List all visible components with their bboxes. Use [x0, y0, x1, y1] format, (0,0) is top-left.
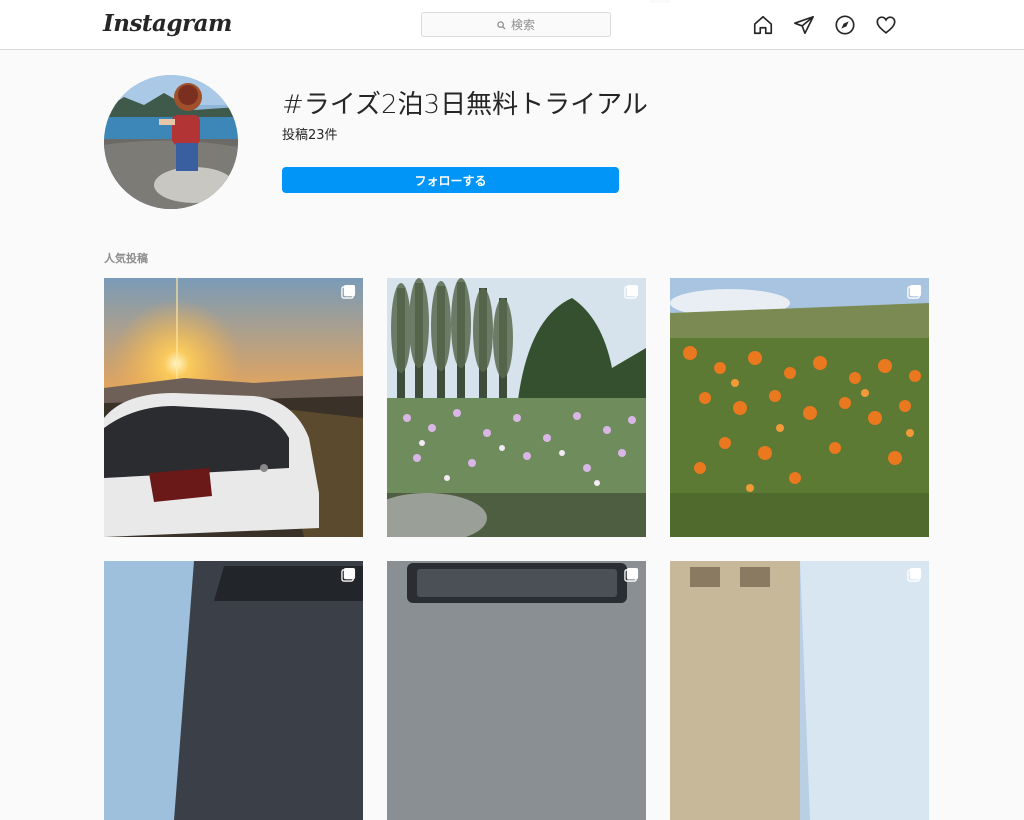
- explore-icon[interactable]: [834, 14, 856, 36]
- carousel-icon: [907, 567, 922, 582]
- follow-button[interactable]: フォローする: [282, 167, 619, 193]
- cosmos-field-photo: [387, 278, 646, 537]
- carousel-icon: [624, 284, 639, 299]
- activity-icon[interactable]: [875, 14, 897, 36]
- nav-icon-bar: [752, 14, 897, 36]
- hashtag-avatar: [104, 75, 238, 209]
- carousel-icon: [341, 284, 356, 299]
- search-icon: [497, 15, 506, 34]
- top-navigation: Instagram 検索: [0, 0, 1024, 50]
- post-thumbnail-3[interactable]: [670, 278, 929, 537]
- search-placeholder: 検索: [510, 18, 535, 32]
- post-thumbnail-1[interactable]: [104, 278, 363, 537]
- carousel-icon: [907, 284, 922, 299]
- post-thumbnail-5[interactable]: [387, 561, 646, 820]
- direct-icon[interactable]: [793, 14, 815, 36]
- orange-flowers-photo: [670, 278, 929, 537]
- car-photo: [104, 561, 363, 820]
- post-thumbnail-4[interactable]: [104, 561, 363, 820]
- dashboard-photo: [387, 561, 646, 820]
- sunset-car-photo: [104, 278, 363, 537]
- carousel-icon: [341, 567, 356, 582]
- search-input[interactable]: 検索: [421, 12, 611, 37]
- carousel-icon: [624, 567, 639, 582]
- home-icon[interactable]: [752, 14, 774, 36]
- nav-gap: [650, 0, 670, 3]
- post-thumbnail-6[interactable]: [670, 561, 929, 820]
- top-posts-label: 人気投稿: [104, 252, 148, 265]
- building-photo: [670, 561, 929, 820]
- instagram-logo[interactable]: Instagram: [103, 10, 232, 37]
- post-thumbnail-2[interactable]: [387, 278, 646, 537]
- post-count: 投稿23件: [282, 128, 338, 143]
- hashtag-title: #ライズ2泊3日無料トライアル: [282, 90, 648, 120]
